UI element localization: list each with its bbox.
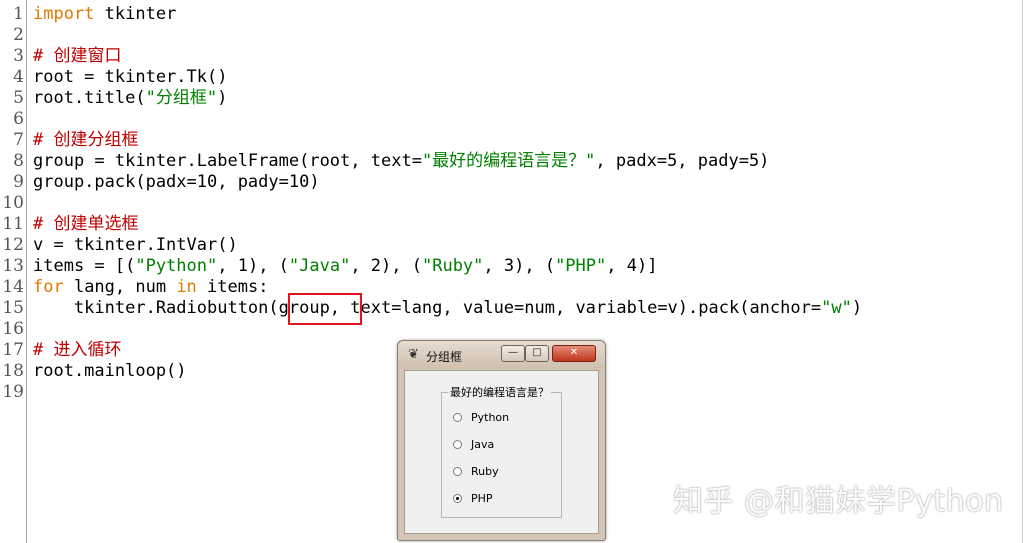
code-token: "Python" (135, 256, 218, 276)
code-token: tkinter (94, 4, 177, 24)
code-line[interactable]: # 创建单选框 (33, 214, 138, 235)
line-number: 2 (13, 25, 24, 45)
code-line[interactable]: # 进入循环 (33, 340, 121, 361)
window-titlebar[interactable]: ❦ 分组框 — □ ✕ (398, 341, 605, 369)
code-token: "w" (821, 298, 852, 318)
code-token: group.pack(padx=10, pady=10) (33, 172, 320, 192)
code-token: for (33, 277, 64, 297)
window-client-area: 最好的编程语言是？ Python Java Ruby PHP (404, 370, 599, 534)
code-token: "PHP" (555, 256, 607, 276)
highlight-box (288, 293, 362, 325)
maximize-button[interactable]: □ (525, 345, 549, 362)
code-token: # 进入循环 (33, 340, 122, 360)
code-line[interactable]: # 创建窗口 (33, 46, 121, 67)
code-token: , 2), ( (350, 256, 422, 276)
code-token: root = tkinter.Tk() (33, 67, 228, 87)
maximize-icon: □ (532, 347, 542, 358)
minimize-button[interactable]: — (501, 345, 525, 362)
line-number: 17 (2, 340, 24, 360)
radio-label: Python (471, 411, 510, 424)
line-number: 3 (13, 46, 24, 66)
code-line[interactable]: for lang, num in items: (33, 277, 268, 298)
watermark: 知乎 @和猫妹学Python (673, 484, 1004, 519)
line-number: 1 (13, 4, 24, 24)
code-token: , 3), ( (483, 256, 556, 276)
radio-unchecked-icon[interactable] (453, 413, 462, 422)
code-token: root.mainloop() (33, 361, 187, 381)
line-number-gutter: 1 2 3 4 5 6 7 8 9 10 11 12 13 14 15 16 17 18 19 (0, 0, 27, 543)
code-line[interactable]: root.title("分组框") (33, 88, 227, 109)
line-number: 10 (2, 193, 24, 213)
line-number: 15 (2, 298, 24, 318)
line-number: 5 (13, 88, 24, 108)
code-token: "Java" (288, 256, 351, 276)
code-token: "最好的编程语言是？" (421, 151, 596, 171)
code-line[interactable]: # 创建分组框 (33, 130, 138, 151)
close-button[interactable]: ✕ (552, 345, 596, 362)
line-number: 14 (2, 277, 24, 297)
code-token: group = tkinter.LabelFrame(root, text= (33, 151, 422, 171)
code-token: items: (196, 277, 269, 297)
line-number: 8 (13, 151, 24, 171)
radio-unchecked-icon[interactable] (453, 467, 462, 476)
line-number: 13 (2, 256, 24, 276)
line-number: 11 (2, 214, 24, 234)
line-number: 9 (13, 172, 24, 192)
radio-checked-icon[interactable] (453, 494, 462, 503)
feather-icon: ❦ (408, 347, 419, 362)
radio-label: Java (471, 438, 495, 451)
code-token: , padx=5, pady=5) (595, 151, 770, 171)
code-token: root.title( (33, 88, 146, 108)
code-token: , 1), ( (217, 256, 289, 276)
code-token: lang, num (63, 277, 177, 297)
radio-label: PHP (471, 492, 493, 505)
line-number: 6 (13, 109, 24, 129)
code-line[interactable]: tkinter.Radiobutton(group, text=lang, va… (33, 298, 862, 319)
code-token: tkinter.Radiobutton(group, text=lang, va… (33, 298, 822, 318)
code-token: v = tkinter.IntVar() (33, 235, 238, 255)
minimize-icon: — (508, 347, 518, 358)
code-line[interactable]: root = tkinter.Tk() (33, 67, 227, 88)
code-token: # 创建单选框 (33, 214, 139, 234)
code-token: items = [( (33, 256, 136, 276)
radio-unchecked-icon[interactable] (453, 440, 462, 449)
labelframe-label: 最好的编程语言是？ (448, 384, 551, 400)
code-line[interactable]: import tkinter (33, 4, 176, 25)
code-token: , 4)] (606, 256, 658, 276)
code-token: ) (851, 298, 863, 318)
code-token: # 创建窗口 (33, 46, 122, 66)
code-line[interactable]: root.mainloop() (33, 361, 187, 382)
code-line[interactable]: v = tkinter.IntVar() (33, 235, 238, 256)
window-title: 分组框 (426, 350, 463, 364)
code-token: import (33, 4, 95, 24)
code-token: "Ruby" (421, 256, 484, 276)
radio-label: Ruby (471, 465, 499, 478)
code-token: ) (217, 88, 228, 108)
code-line[interactable]: items = [("Python", 1), ("Java", 2), ("R… (33, 256, 657, 277)
line-number: 4 (13, 67, 24, 87)
code-token: in (176, 277, 197, 297)
line-number: 18 (2, 361, 24, 381)
line-number: 16 (2, 319, 24, 339)
tk-window[interactable]: ❦ 分组框 — □ ✕ 最好的编程语言是？ Python Java Ruby PHP (397, 340, 606, 541)
line-number: 19 (2, 382, 24, 402)
code-line[interactable]: group.pack(padx=10, pady=10) (33, 172, 320, 193)
code-token: "分组框" (145, 88, 218, 108)
line-number: 12 (2, 235, 24, 255)
code-token: # 创建分组框 (33, 130, 139, 150)
line-number: 7 (13, 130, 24, 150)
code-line[interactable]: group = tkinter.LabelFrame(root, text="最… (33, 151, 769, 172)
close-icon: ✕ (569, 347, 579, 358)
